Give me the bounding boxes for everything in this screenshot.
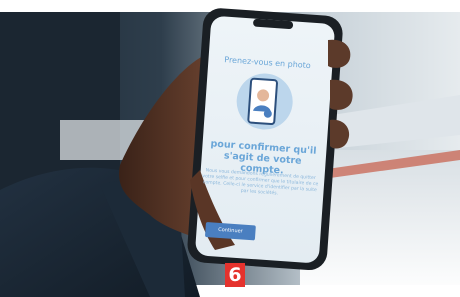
number-badge: 6 <box>225 263 245 287</box>
photo-frame: Prenez-vous en photo pour confirmer qu'i… <box>0 0 460 297</box>
